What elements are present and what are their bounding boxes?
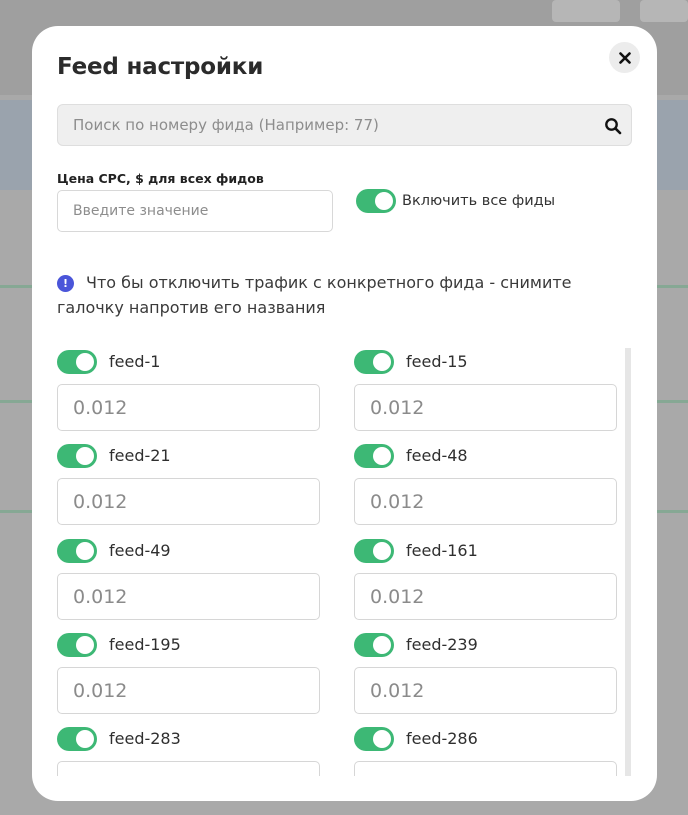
- feed-name: feed-286: [406, 729, 478, 748]
- toggle-knob: [373, 635, 391, 654]
- feed-value-input[interactable]: [58, 668, 319, 713]
- feed-item: feed-48: [354, 443, 617, 525]
- feed-item: feed-1: [57, 349, 320, 431]
- feed-value-input[interactable]: [355, 479, 616, 524]
- feed-toggle[interactable]: [354, 538, 394, 563]
- toggle-knob: [76, 635, 94, 654]
- toggle-knob: [76, 352, 94, 371]
- feed-name: feed-1: [109, 352, 161, 371]
- feed-name: feed-15: [406, 352, 468, 371]
- toggle-knob: [375, 192, 393, 210]
- feed-value-input[interactable]: [58, 574, 319, 619]
- feed-toggle[interactable]: [354, 349, 394, 374]
- toggle-knob: [76, 446, 94, 465]
- feed-value-input[interactable]: [58, 762, 319, 776]
- feed-item: feed-239: [354, 632, 617, 714]
- info-text: Что бы отключить трафик с конкретного фи…: [57, 273, 572, 317]
- feed-value-input[interactable]: [58, 479, 319, 524]
- feed-name: feed-21: [109, 446, 171, 465]
- feed-toggle[interactable]: [57, 632, 97, 657]
- modal-title: Feed настройки: [57, 54, 264, 80]
- enable-all-toggle[interactable]: [356, 189, 396, 213]
- feed-value-input[interactable]: [355, 762, 616, 776]
- feed-name: feed-161: [406, 541, 478, 560]
- feed-name: feed-48: [406, 446, 468, 465]
- feed-item: feed-15: [354, 349, 617, 431]
- feed-item: feed-21: [57, 443, 320, 525]
- feed-toggle[interactable]: [57, 726, 97, 751]
- search-icon[interactable]: [604, 117, 622, 135]
- feed-toggle[interactable]: [57, 349, 97, 374]
- feed-settings-modal: Feed настройки Цена CPC, $ для всех фидо…: [32, 26, 657, 801]
- toggle-knob: [76, 729, 94, 748]
- close-button[interactable]: [609, 42, 640, 73]
- cpc-input[interactable]: [58, 191, 332, 231]
- feed-item: feed-283: [57, 726, 320, 776]
- feed-toggle[interactable]: [354, 443, 394, 468]
- feed-value-input[interactable]: [355, 668, 616, 713]
- feed-toggle[interactable]: [354, 632, 394, 657]
- feed-toggle[interactable]: [57, 443, 97, 468]
- background-button: [640, 0, 688, 22]
- feed-value-input[interactable]: [355, 574, 616, 619]
- cpc-label: Цена CPC, $ для всех фидов: [57, 171, 264, 186]
- feed-value-input[interactable]: [355, 385, 616, 430]
- feed-list-scrollbar[interactable]: [625, 348, 631, 776]
- feed-item: feed-49: [57, 538, 320, 620]
- feed-value-input[interactable]: [58, 385, 319, 430]
- feed-list: feed-1 feed-15 feed-21 feed-48 feed-49 f…: [57, 346, 627, 776]
- feed-item: feed-161: [354, 538, 617, 620]
- feed-toggle[interactable]: [57, 538, 97, 563]
- close-icon: [618, 51, 631, 64]
- toggle-knob: [373, 446, 391, 465]
- cpc-field: [57, 190, 333, 232]
- info-icon: !: [57, 275, 74, 292]
- feed-search: [57, 104, 632, 146]
- feed-item: feed-195: [57, 632, 320, 714]
- feed-search-input[interactable]: [58, 105, 631, 145]
- feed-name: feed-49: [109, 541, 171, 560]
- info-note: ! Что бы отключить трафик с конкретного ф…: [57, 270, 617, 320]
- toggle-knob: [373, 729, 391, 748]
- feed-name: feed-239: [406, 635, 478, 654]
- background-button: [552, 0, 620, 22]
- feed-name: feed-283: [109, 729, 181, 748]
- toggle-knob: [373, 541, 391, 560]
- feed-item: feed-286: [354, 726, 617, 776]
- toggle-knob: [373, 352, 391, 371]
- toggle-knob: [76, 541, 94, 560]
- feed-toggle[interactable]: [354, 726, 394, 751]
- feed-name: feed-195: [109, 635, 181, 654]
- enable-all-label: Включить все фиды: [402, 193, 556, 209]
- enable-all-feeds: Включить все фиды: [356, 189, 555, 213]
